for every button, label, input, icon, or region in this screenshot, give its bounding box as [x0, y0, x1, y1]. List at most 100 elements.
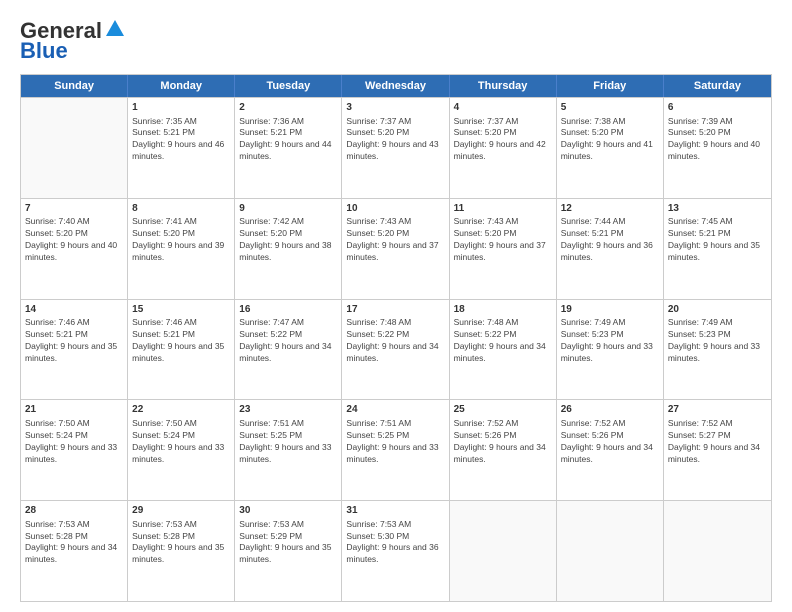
calendar-cell: 19Sunrise: 7:49 AMSunset: 5:23 PMDayligh…: [557, 300, 664, 400]
weekday-header: Monday: [128, 75, 235, 97]
calendar-cell: [664, 501, 771, 601]
calendar-cell: 26Sunrise: 7:52 AMSunset: 5:26 PMDayligh…: [557, 400, 664, 500]
day-number: 7: [25, 202, 123, 216]
calendar-cell: 24Sunrise: 7:51 AMSunset: 5:25 PMDayligh…: [342, 400, 449, 500]
day-number: 28: [25, 504, 123, 518]
calendar-header: SundayMondayTuesdayWednesdayThursdayFrid…: [21, 75, 771, 97]
calendar-cell: 29Sunrise: 7:53 AMSunset: 5:28 PMDayligh…: [128, 501, 235, 601]
weekday-header: Wednesday: [342, 75, 449, 97]
day-number: 27: [668, 403, 767, 417]
page: General Blue SundayMondayTuesdayWednesda…: [0, 0, 792, 612]
calendar-cell: 11Sunrise: 7:43 AMSunset: 5:20 PMDayligh…: [450, 199, 557, 299]
calendar-cell: 3Sunrise: 7:37 AMSunset: 5:20 PMDaylight…: [342, 98, 449, 198]
header: General Blue: [20, 18, 772, 64]
cell-info: Sunrise: 7:53 AMSunset: 5:30 PMDaylight:…: [346, 519, 444, 567]
day-number: 2: [239, 101, 337, 115]
day-number: 17: [346, 303, 444, 317]
day-number: 6: [668, 101, 767, 115]
cell-info: Sunrise: 7:53 AMSunset: 5:28 PMDaylight:…: [132, 519, 230, 567]
calendar-body: 1Sunrise: 7:35 AMSunset: 5:21 PMDaylight…: [21, 97, 771, 601]
calendar-cell: 17Sunrise: 7:48 AMSunset: 5:22 PMDayligh…: [342, 300, 449, 400]
calendar-cell: 25Sunrise: 7:52 AMSunset: 5:26 PMDayligh…: [450, 400, 557, 500]
weekday-header: Tuesday: [235, 75, 342, 97]
cell-info: Sunrise: 7:36 AMSunset: 5:21 PMDaylight:…: [239, 116, 337, 164]
cell-info: Sunrise: 7:38 AMSunset: 5:20 PMDaylight:…: [561, 116, 659, 164]
calendar-cell: 8Sunrise: 7:41 AMSunset: 5:20 PMDaylight…: [128, 199, 235, 299]
cell-info: Sunrise: 7:39 AMSunset: 5:20 PMDaylight:…: [668, 116, 767, 164]
day-number: 16: [239, 303, 337, 317]
cell-info: Sunrise: 7:43 AMSunset: 5:20 PMDaylight:…: [454, 216, 552, 264]
day-number: 22: [132, 403, 230, 417]
calendar-week-row: 28Sunrise: 7:53 AMSunset: 5:28 PMDayligh…: [21, 500, 771, 601]
day-number: 5: [561, 101, 659, 115]
cell-info: Sunrise: 7:53 AMSunset: 5:29 PMDaylight:…: [239, 519, 337, 567]
cell-info: Sunrise: 7:41 AMSunset: 5:20 PMDaylight:…: [132, 216, 230, 264]
cell-info: Sunrise: 7:53 AMSunset: 5:28 PMDaylight:…: [25, 519, 123, 567]
calendar-week-row: 14Sunrise: 7:46 AMSunset: 5:21 PMDayligh…: [21, 299, 771, 400]
day-number: 3: [346, 101, 444, 115]
calendar-cell: 18Sunrise: 7:48 AMSunset: 5:22 PMDayligh…: [450, 300, 557, 400]
cell-info: Sunrise: 7:43 AMSunset: 5:20 PMDaylight:…: [346, 216, 444, 264]
day-number: 25: [454, 403, 552, 417]
day-number: 15: [132, 303, 230, 317]
day-number: 21: [25, 403, 123, 417]
calendar-cell: 21Sunrise: 7:50 AMSunset: 5:24 PMDayligh…: [21, 400, 128, 500]
day-number: 10: [346, 202, 444, 216]
calendar-cell: 31Sunrise: 7:53 AMSunset: 5:30 PMDayligh…: [342, 501, 449, 601]
logo-blue: Blue: [20, 38, 68, 64]
calendar-cell: 13Sunrise: 7:45 AMSunset: 5:21 PMDayligh…: [664, 199, 771, 299]
cell-info: Sunrise: 7:52 AMSunset: 5:26 PMDaylight:…: [561, 418, 659, 466]
day-number: 9: [239, 202, 337, 216]
calendar-week-row: 1Sunrise: 7:35 AMSunset: 5:21 PMDaylight…: [21, 97, 771, 198]
weekday-header: Thursday: [450, 75, 557, 97]
calendar-cell: 20Sunrise: 7:49 AMSunset: 5:23 PMDayligh…: [664, 300, 771, 400]
cell-info: Sunrise: 7:49 AMSunset: 5:23 PMDaylight:…: [561, 317, 659, 365]
day-number: 29: [132, 504, 230, 518]
cell-info: Sunrise: 7:49 AMSunset: 5:23 PMDaylight:…: [668, 317, 767, 365]
calendar-cell: [21, 98, 128, 198]
calendar-cell: 12Sunrise: 7:44 AMSunset: 5:21 PMDayligh…: [557, 199, 664, 299]
cell-info: Sunrise: 7:48 AMSunset: 5:22 PMDaylight:…: [346, 317, 444, 365]
cell-info: Sunrise: 7:37 AMSunset: 5:20 PMDaylight:…: [346, 116, 444, 164]
calendar-cell: 6Sunrise: 7:39 AMSunset: 5:20 PMDaylight…: [664, 98, 771, 198]
cell-info: Sunrise: 7:52 AMSunset: 5:26 PMDaylight:…: [454, 418, 552, 466]
calendar-week-row: 21 Sunrise: 7:50 AMSunset: 5:24 PMDayligh…: [21, 399, 771, 500]
day-number: 1: [132, 101, 230, 115]
cell-info: Sunrise: 7:42 AMSunset: 5:20 PMDaylight:…: [239, 216, 337, 264]
day-number: 4: [454, 101, 552, 115]
calendar-cell: 23Sunrise: 7:51 AMSunset: 5:25 PMDayligh…: [235, 400, 342, 500]
calendar-cell: 2Sunrise: 7:36 AMSunset: 5:21 PMDaylight…: [235, 98, 342, 198]
cell-info: Sunrise: 7:35 AMSunset: 5:21 PMDaylight:…: [132, 116, 230, 164]
day-number: 14: [25, 303, 123, 317]
cell-info: Sunrise: 7:40 AMSunset: 5:20 PMDaylight:…: [25, 216, 123, 264]
cell-info: Sunrise: 7:45 AMSunset: 5:21 PMDaylight:…: [668, 216, 767, 264]
calendar-cell: 28Sunrise: 7:53 AMSunset: 5:28 PMDayligh…: [21, 501, 128, 601]
cell-info: Sunrise: 7:46 AMSunset: 5:21 PMDaylight:…: [132, 317, 230, 365]
day-number: 8: [132, 202, 230, 216]
cell-info: Sunrise: 7:47 AMSunset: 5:22 PMDaylight:…: [239, 317, 337, 365]
calendar-cell: [557, 501, 664, 601]
day-number: 26: [561, 403, 659, 417]
day-number: 24: [346, 403, 444, 417]
cell-info: Sunrise: 7:52 AMSunset: 5:27 PMDaylight:…: [668, 418, 767, 466]
calendar-cell: 14Sunrise: 7:46 AMSunset: 5:21 PMDayligh…: [21, 300, 128, 400]
calendar-cell: 10Sunrise: 7:43 AMSunset: 5:20 PMDayligh…: [342, 199, 449, 299]
day-number: 12: [561, 202, 659, 216]
day-number: 30: [239, 504, 337, 518]
weekday-header: Saturday: [664, 75, 771, 97]
day-number: 13: [668, 202, 767, 216]
calendar-cell: 4Sunrise: 7:37 AMSunset: 5:20 PMDaylight…: [450, 98, 557, 198]
cell-info: Sunrise: 7:50 AMSunset: 5:24 PMDaylight:…: [132, 418, 230, 466]
calendar-cell: 30Sunrise: 7:53 AMSunset: 5:29 PMDayligh…: [235, 501, 342, 601]
cell-info: Sunrise: 7:44 AMSunset: 5:21 PMDaylight:…: [561, 216, 659, 264]
cell-info: Sunrise: 7:48 AMSunset: 5:22 PMDaylight:…: [454, 317, 552, 365]
calendar-cell: 5Sunrise: 7:38 AMSunset: 5:20 PMDaylight…: [557, 98, 664, 198]
logo: General Blue: [20, 18, 126, 64]
cell-info: Sunrise: 7:46 AMSunset: 5:21 PMDaylight:…: [25, 317, 123, 365]
calendar-week-row: 7Sunrise: 7:40 AMSunset: 5:20 PMDaylight…: [21, 198, 771, 299]
day-number: 20: [668, 303, 767, 317]
day-number: 18: [454, 303, 552, 317]
weekday-header: Friday: [557, 75, 664, 97]
calendar-cell: 27Sunrise: 7:52 AMSunset: 5:27 PMDayligh…: [664, 400, 771, 500]
calendar-cell: 1Sunrise: 7:35 AMSunset: 5:21 PMDaylight…: [128, 98, 235, 198]
